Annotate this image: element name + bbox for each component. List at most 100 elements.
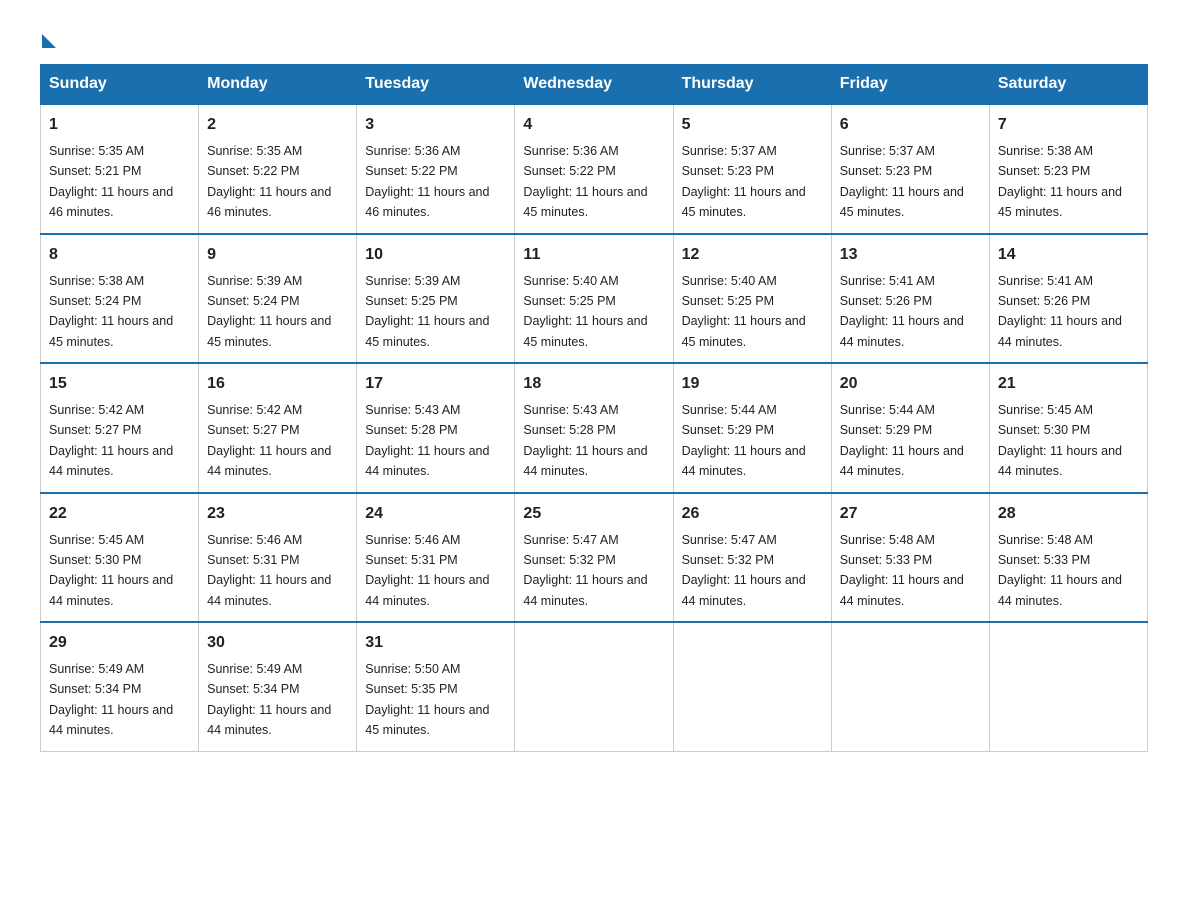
day-info: Sunrise: 5:38 AMSunset: 5:23 PMDaylight:… (998, 144, 1122, 219)
calendar-cell: 23 Sunrise: 5:46 AMSunset: 5:31 PMDaylig… (199, 493, 357, 623)
day-number: 14 (998, 243, 1139, 267)
day-number: 13 (840, 243, 981, 267)
weekday-header-row: SundayMondayTuesdayWednesdayThursdayFrid… (41, 65, 1148, 105)
calendar-cell: 20 Sunrise: 5:44 AMSunset: 5:29 PMDaylig… (831, 363, 989, 493)
calendar-cell: 12 Sunrise: 5:40 AMSunset: 5:25 PMDaylig… (673, 234, 831, 364)
day-number: 19 (682, 372, 823, 396)
day-number: 17 (365, 372, 506, 396)
day-info: Sunrise: 5:35 AMSunset: 5:22 PMDaylight:… (207, 144, 331, 219)
calendar-week-row: 8 Sunrise: 5:38 AMSunset: 5:24 PMDayligh… (41, 234, 1148, 364)
calendar-cell: 3 Sunrise: 5:36 AMSunset: 5:22 PMDayligh… (357, 104, 515, 234)
day-info: Sunrise: 5:36 AMSunset: 5:22 PMDaylight:… (523, 144, 647, 219)
day-info: Sunrise: 5:41 AMSunset: 5:26 PMDaylight:… (840, 274, 964, 349)
day-number: 12 (682, 243, 823, 267)
logo (40, 30, 56, 44)
calendar-cell: 31 Sunrise: 5:50 AMSunset: 5:35 PMDaylig… (357, 622, 515, 751)
calendar-cell: 11 Sunrise: 5:40 AMSunset: 5:25 PMDaylig… (515, 234, 673, 364)
day-info: Sunrise: 5:48 AMSunset: 5:33 PMDaylight:… (840, 533, 964, 608)
calendar-cell: 4 Sunrise: 5:36 AMSunset: 5:22 PMDayligh… (515, 104, 673, 234)
calendar-cell: 28 Sunrise: 5:48 AMSunset: 5:33 PMDaylig… (989, 493, 1147, 623)
calendar-body: 1 Sunrise: 5:35 AMSunset: 5:21 PMDayligh… (41, 104, 1148, 751)
day-info: Sunrise: 5:41 AMSunset: 5:26 PMDaylight:… (998, 274, 1122, 349)
calendar-cell (989, 622, 1147, 751)
calendar-cell: 5 Sunrise: 5:37 AMSunset: 5:23 PMDayligh… (673, 104, 831, 234)
day-info: Sunrise: 5:39 AMSunset: 5:24 PMDaylight:… (207, 274, 331, 349)
day-number: 25 (523, 502, 664, 526)
calendar-cell: 30 Sunrise: 5:49 AMSunset: 5:34 PMDaylig… (199, 622, 357, 751)
day-number: 7 (998, 113, 1139, 137)
calendar-cell: 26 Sunrise: 5:47 AMSunset: 5:32 PMDaylig… (673, 493, 831, 623)
day-number: 20 (840, 372, 981, 396)
day-number: 4 (523, 113, 664, 137)
day-number: 30 (207, 631, 348, 655)
day-info: Sunrise: 5:45 AMSunset: 5:30 PMDaylight:… (998, 403, 1122, 478)
day-info: Sunrise: 5:46 AMSunset: 5:31 PMDaylight:… (365, 533, 489, 608)
day-info: Sunrise: 5:43 AMSunset: 5:28 PMDaylight:… (523, 403, 647, 478)
weekday-header-wednesday: Wednesday (515, 65, 673, 105)
calendar-cell: 8 Sunrise: 5:38 AMSunset: 5:24 PMDayligh… (41, 234, 199, 364)
calendar-cell: 14 Sunrise: 5:41 AMSunset: 5:26 PMDaylig… (989, 234, 1147, 364)
calendar-cell (515, 622, 673, 751)
calendar-cell: 16 Sunrise: 5:42 AMSunset: 5:27 PMDaylig… (199, 363, 357, 493)
day-number: 29 (49, 631, 190, 655)
calendar-cell: 25 Sunrise: 5:47 AMSunset: 5:32 PMDaylig… (515, 493, 673, 623)
day-number: 23 (207, 502, 348, 526)
day-number: 18 (523, 372, 664, 396)
weekday-header-sunday: Sunday (41, 65, 199, 105)
day-number: 5 (682, 113, 823, 137)
day-info: Sunrise: 5:49 AMSunset: 5:34 PMDaylight:… (49, 662, 173, 737)
calendar-cell: 24 Sunrise: 5:46 AMSunset: 5:31 PMDaylig… (357, 493, 515, 623)
calendar-cell (831, 622, 989, 751)
day-info: Sunrise: 5:45 AMSunset: 5:30 PMDaylight:… (49, 533, 173, 608)
day-info: Sunrise: 5:40 AMSunset: 5:25 PMDaylight:… (682, 274, 806, 349)
calendar-cell: 17 Sunrise: 5:43 AMSunset: 5:28 PMDaylig… (357, 363, 515, 493)
day-number: 31 (365, 631, 506, 655)
day-number: 27 (840, 502, 981, 526)
day-info: Sunrise: 5:50 AMSunset: 5:35 PMDaylight:… (365, 662, 489, 737)
calendar-cell: 15 Sunrise: 5:42 AMSunset: 5:27 PMDaylig… (41, 363, 199, 493)
calendar-cell: 27 Sunrise: 5:48 AMSunset: 5:33 PMDaylig… (831, 493, 989, 623)
calendar-cell: 9 Sunrise: 5:39 AMSunset: 5:24 PMDayligh… (199, 234, 357, 364)
calendar-cell: 29 Sunrise: 5:49 AMSunset: 5:34 PMDaylig… (41, 622, 199, 751)
weekday-header-tuesday: Tuesday (357, 65, 515, 105)
calendar-cell: 7 Sunrise: 5:38 AMSunset: 5:23 PMDayligh… (989, 104, 1147, 234)
day-number: 2 (207, 113, 348, 137)
day-info: Sunrise: 5:40 AMSunset: 5:25 PMDaylight:… (523, 274, 647, 349)
day-number: 9 (207, 243, 348, 267)
calendar-table: SundayMondayTuesdayWednesdayThursdayFrid… (40, 64, 1148, 752)
day-number: 22 (49, 502, 190, 526)
weekday-header-monday: Monday (199, 65, 357, 105)
day-info: Sunrise: 5:37 AMSunset: 5:23 PMDaylight:… (840, 144, 964, 219)
calendar-cell: 22 Sunrise: 5:45 AMSunset: 5:30 PMDaylig… (41, 493, 199, 623)
calendar-week-row: 29 Sunrise: 5:49 AMSunset: 5:34 PMDaylig… (41, 622, 1148, 751)
calendar-cell: 10 Sunrise: 5:39 AMSunset: 5:25 PMDaylig… (357, 234, 515, 364)
day-info: Sunrise: 5:43 AMSunset: 5:28 PMDaylight:… (365, 403, 489, 478)
calendar-cell: 18 Sunrise: 5:43 AMSunset: 5:28 PMDaylig… (515, 363, 673, 493)
day-number: 21 (998, 372, 1139, 396)
calendar-cell: 1 Sunrise: 5:35 AMSunset: 5:21 PMDayligh… (41, 104, 199, 234)
calendar-cell: 6 Sunrise: 5:37 AMSunset: 5:23 PMDayligh… (831, 104, 989, 234)
day-info: Sunrise: 5:42 AMSunset: 5:27 PMDaylight:… (207, 403, 331, 478)
day-info: Sunrise: 5:39 AMSunset: 5:25 PMDaylight:… (365, 274, 489, 349)
weekday-header-saturday: Saturday (989, 65, 1147, 105)
day-info: Sunrise: 5:49 AMSunset: 5:34 PMDaylight:… (207, 662, 331, 737)
calendar-cell: 2 Sunrise: 5:35 AMSunset: 5:22 PMDayligh… (199, 104, 357, 234)
calendar-week-row: 22 Sunrise: 5:45 AMSunset: 5:30 PMDaylig… (41, 493, 1148, 623)
day-info: Sunrise: 5:44 AMSunset: 5:29 PMDaylight:… (682, 403, 806, 478)
day-number: 11 (523, 243, 664, 267)
day-info: Sunrise: 5:44 AMSunset: 5:29 PMDaylight:… (840, 403, 964, 478)
calendar-week-row: 1 Sunrise: 5:35 AMSunset: 5:21 PMDayligh… (41, 104, 1148, 234)
day-info: Sunrise: 5:47 AMSunset: 5:32 PMDaylight:… (523, 533, 647, 608)
day-info: Sunrise: 5:37 AMSunset: 5:23 PMDaylight:… (682, 144, 806, 219)
day-number: 24 (365, 502, 506, 526)
calendar-cell: 13 Sunrise: 5:41 AMSunset: 5:26 PMDaylig… (831, 234, 989, 364)
day-number: 1 (49, 113, 190, 137)
day-info: Sunrise: 5:36 AMSunset: 5:22 PMDaylight:… (365, 144, 489, 219)
day-number: 3 (365, 113, 506, 137)
day-info: Sunrise: 5:46 AMSunset: 5:31 PMDaylight:… (207, 533, 331, 608)
day-info: Sunrise: 5:48 AMSunset: 5:33 PMDaylight:… (998, 533, 1122, 608)
day-info: Sunrise: 5:47 AMSunset: 5:32 PMDaylight:… (682, 533, 806, 608)
calendar-cell: 21 Sunrise: 5:45 AMSunset: 5:30 PMDaylig… (989, 363, 1147, 493)
day-number: 6 (840, 113, 981, 137)
day-number: 28 (998, 502, 1139, 526)
